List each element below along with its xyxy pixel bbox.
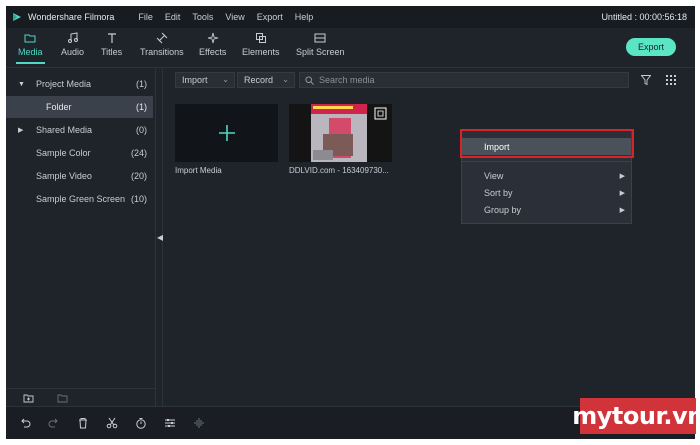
- tree-item-label: Sample Green Screen: [36, 194, 126, 204]
- main-toolbar: Media Audio Titles Transitions Effects E…: [6, 28, 695, 68]
- submenu-arrow-icon: ▶: [619, 206, 625, 214]
- context-menu-item-label: Sort by: [484, 187, 513, 198]
- submenu-arrow-icon: ▶: [619, 189, 625, 197]
- tab-split-screen-label: Split Screen: [296, 47, 345, 57]
- tree-item-shared-media[interactable]: ▶ Shared Media (0): [6, 119, 153, 141]
- tree-item-folder[interactable]: Folder (1): [6, 96, 153, 118]
- search-input[interactable]: [319, 75, 619, 85]
- tab-effects[interactable]: Effects: [199, 32, 226, 57]
- record-dropdown-label: Record: [244, 75, 274, 85]
- text-t-icon: [107, 33, 116, 43]
- submenu-arrow-icon: ▶: [619, 172, 625, 180]
- title-bar: Wondershare Filmora File Edit Tools View…: [6, 6, 695, 28]
- plus-icon: [219, 125, 235, 141]
- tile-label: Import Media: [175, 166, 222, 175]
- scissors-icon[interactable]: [106, 417, 118, 429]
- tree-item-count: (20): [130, 171, 147, 181]
- redo-icon[interactable]: [48, 417, 60, 429]
- tab-split-screen[interactable]: Split Screen: [296, 32, 345, 57]
- split-screen-icon: [314, 33, 326, 43]
- chevron-down-icon: ⌄: [222, 75, 229, 84]
- menu-help[interactable]: Help: [289, 12, 320, 22]
- undo-icon[interactable]: [19, 417, 31, 429]
- folder-icon[interactable]: [57, 393, 68, 403]
- highlight-box: [460, 129, 634, 158]
- tree-item-count: (1): [136, 79, 147, 89]
- tree-item-label: Folder: [46, 102, 72, 112]
- tab-transitions-label: Transitions: [140, 47, 184, 57]
- filmora-logo-icon: [13, 13, 21, 21]
- video-thumbnail: [289, 104, 392, 162]
- context-menu-view[interactable]: View ▶: [462, 167, 631, 184]
- search-box[interactable]: [299, 72, 629, 88]
- video-clip-tile[interactable]: [289, 104, 392, 162]
- menu-file[interactable]: File: [132, 12, 159, 22]
- tab-media[interactable]: Media: [16, 32, 45, 64]
- filmora-window: Wondershare Filmora File Edit Tools View…: [6, 6, 695, 439]
- menu-bar: File Edit Tools View Export Help: [132, 12, 319, 22]
- project-title: Untitled : 00:00:56:18: [601, 12, 687, 22]
- import-dropdown-label: Import: [182, 75, 208, 85]
- search-icon: [305, 75, 314, 85]
- new-folder-icon[interactable]: [23, 393, 34, 403]
- watermark: mytour.vn: [572, 398, 700, 434]
- tab-elements[interactable]: Elements: [242, 32, 280, 57]
- media-library-panel: ▼ Project Media (1) Folder (1) ▶ Shared …: [6, 68, 155, 398]
- tree-item-label: Shared Media: [36, 125, 93, 135]
- menu-edit[interactable]: Edit: [159, 12, 187, 22]
- tree-item-label: Sample Color: [36, 148, 91, 158]
- transitions-icon: [156, 32, 168, 44]
- media-toolbar: Import ⌄ Record ⌄: [163, 68, 695, 92]
- expand-down-icon[interactable]: ▼: [18, 81, 25, 88]
- menu-tools[interactable]: Tools: [186, 12, 219, 22]
- folder-icon: [24, 34, 36, 43]
- context-menu-item-label: Group by: [484, 204, 522, 215]
- chevron-down-icon: ⌄: [282, 75, 289, 84]
- tree-item-sample-green-screen[interactable]: Sample Green Screen (10): [6, 188, 153, 210]
- grid-view-icon[interactable]: [666, 75, 676, 85]
- tab-titles-label: Titles: [101, 47, 123, 57]
- tab-audio[interactable]: Audio: [61, 32, 84, 57]
- tab-transitions[interactable]: Transitions: [140, 32, 184, 57]
- timer-icon[interactable]: [135, 417, 147, 429]
- tree-item-count: (24): [130, 148, 147, 158]
- tree-item-count: (1): [136, 102, 147, 112]
- tree-item-sample-video[interactable]: Sample Video (20): [6, 165, 153, 187]
- tab-effects-label: Effects: [199, 47, 227, 57]
- filter-icon[interactable]: [641, 75, 651, 85]
- context-menu-group-by[interactable]: Group by ▶: [462, 201, 631, 218]
- tree-item-label: Sample Video: [36, 171, 92, 181]
- import-dropdown[interactable]: Import ⌄: [175, 72, 235, 88]
- menu-export[interactable]: Export: [251, 12, 289, 22]
- record-dropdown[interactable]: Record ⌄: [237, 72, 295, 88]
- tree-item-count: (10): [130, 194, 147, 204]
- menu-view[interactable]: View: [219, 12, 250, 22]
- app-name: Wondershare Filmora: [28, 12, 115, 22]
- adjust-sliders-icon[interactable]: [164, 417, 176, 429]
- tree-item-project-media[interactable]: ▼ Project Media (1): [6, 73, 153, 95]
- tab-elements-label: Elements: [242, 47, 280, 57]
- context-menu-sort-by[interactable]: Sort by ▶: [462, 184, 631, 201]
- music-note-icon: [67, 32, 78, 43]
- panel-splitter[interactable]: ◀: [155, 68, 163, 413]
- delete-icon[interactable]: [77, 417, 89, 429]
- audio-wave-icon[interactable]: [193, 417, 205, 429]
- context-menu-item-label: View: [484, 170, 504, 181]
- media-panel: Import ⌄ Record ⌄ Import Media: [163, 68, 695, 413]
- tab-audio-label: Audio: [61, 47, 85, 57]
- effects-sparkle-icon: [207, 32, 218, 44]
- tree-item-count: (0): [136, 125, 147, 135]
- tab-titles[interactable]: Titles: [101, 32, 122, 57]
- import-media-tile[interactable]: [175, 104, 278, 162]
- left-panel-footer: [6, 388, 155, 406]
- tab-media-label: Media: [18, 47, 43, 57]
- context-menu-separator: [462, 161, 631, 162]
- elements-icon: [255, 33, 266, 43]
- tree-item-sample-color[interactable]: Sample Color (24): [6, 142, 153, 164]
- tree-item-label: Project Media: [36, 79, 92, 89]
- export-button[interactable]: Export: [626, 38, 676, 56]
- tile-label: DDLVID.com - 163409730...: [289, 166, 389, 175]
- expand-right-icon[interactable]: ▶: [18, 126, 23, 134]
